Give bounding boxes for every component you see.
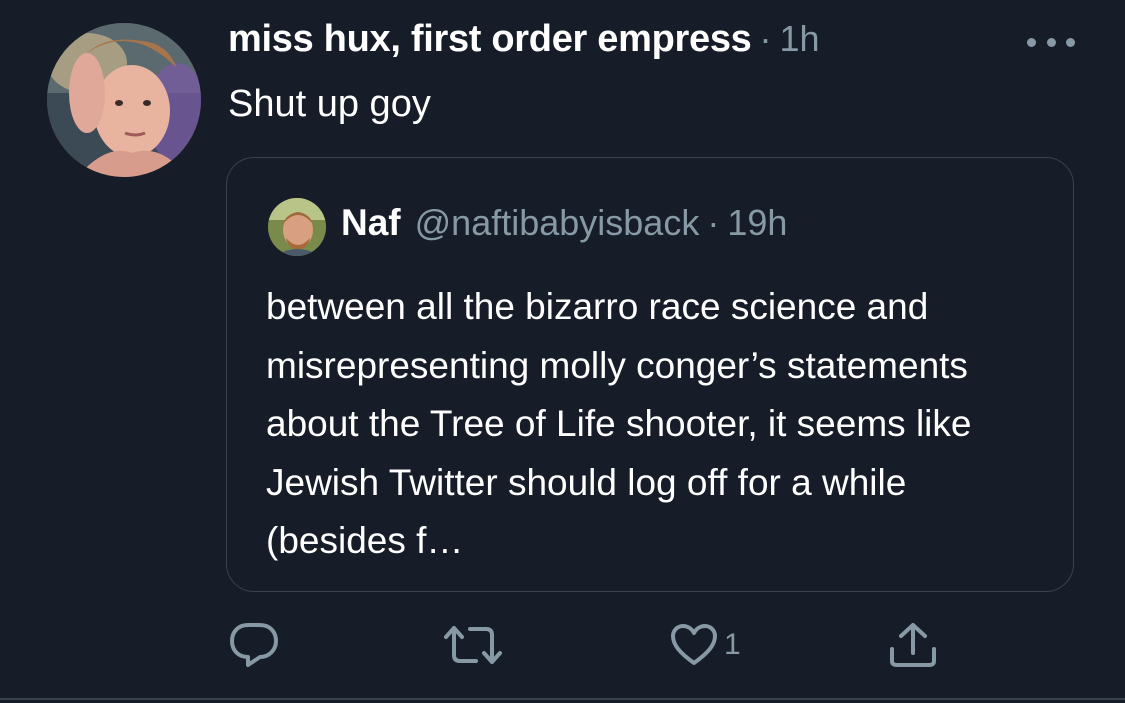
share-button[interactable] xyxy=(888,620,938,670)
tweet-action-bar: 1 xyxy=(228,620,948,670)
profile-photo-icon xyxy=(47,23,201,177)
tweet-timestamp[interactable]: 1h xyxy=(780,18,820,60)
share-icon xyxy=(890,623,936,667)
divider xyxy=(0,698,1125,700)
tweet-header: miss hux, first order empress · 1h xyxy=(228,18,820,70)
header-separator: · xyxy=(759,18,772,59)
author-avatar[interactable] xyxy=(47,23,201,177)
profile-photo-icon xyxy=(268,198,326,256)
quoted-tweet-timestamp[interactable]: 19h xyxy=(727,202,787,244)
like-button[interactable]: 1 xyxy=(670,620,741,670)
quoted-tweet-text: between all the bizarro race science and… xyxy=(266,286,972,561)
tweet-text: Shut up goy xyxy=(228,83,431,125)
author-display-name[interactable]: miss hux, first order empress xyxy=(228,18,752,61)
like-count: 1 xyxy=(724,628,741,661)
quoted-header-separator: · xyxy=(707,202,720,243)
ellipsis-icon[interactable] xyxy=(1027,32,1075,52)
tweet[interactable]: miss hux, first order empress · 1h Shut … xyxy=(0,0,1125,703)
quoted-tweet-header: Naf @naftibabyisback · 19h xyxy=(341,202,787,244)
quoted-author-avatar xyxy=(268,198,326,256)
retweet-button[interactable] xyxy=(442,620,504,670)
retweet-icon xyxy=(444,626,502,664)
heart-icon xyxy=(671,624,717,665)
quoted-tweet[interactable]: Naf @naftibabyisback · 19h between all t… xyxy=(226,157,1074,592)
reply-button[interactable] xyxy=(228,620,280,670)
quoted-author-handle[interactable]: @naftibabyisback xyxy=(415,202,700,244)
quoted-author-display-name[interactable]: Naf xyxy=(341,202,401,244)
reply-icon xyxy=(230,623,278,667)
